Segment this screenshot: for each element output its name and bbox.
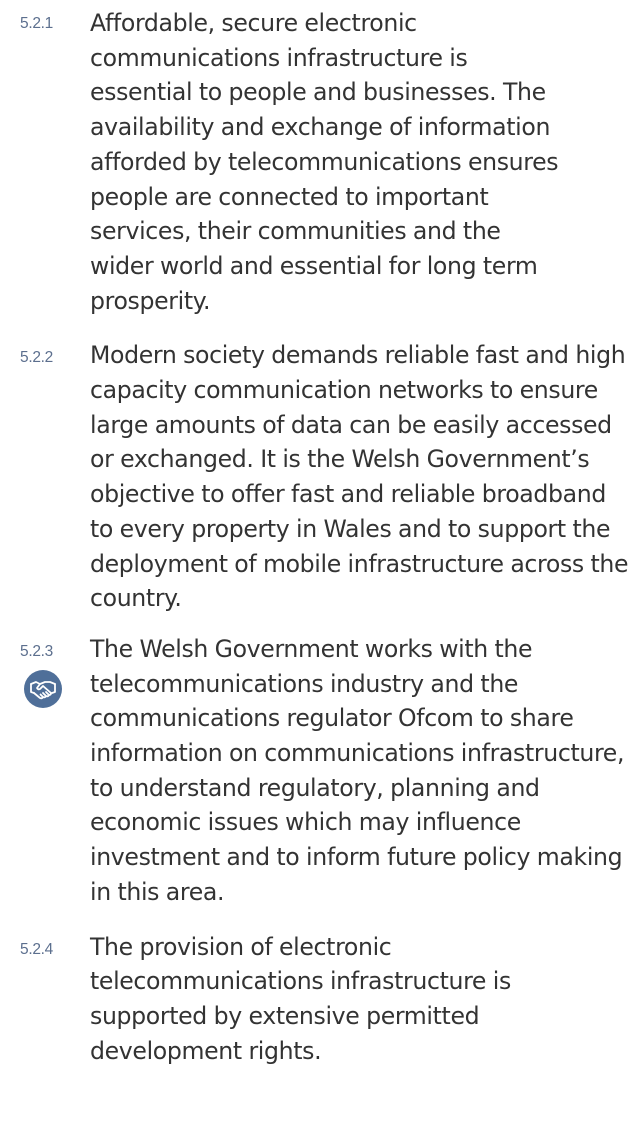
paragraph-5-2-1: 5.2.1 Affordable, secure electronic comm… (0, 0, 636, 318)
paragraph-text: Modern society demands reliable fast and… (90, 341, 629, 613)
paragraph-5-2-3: 5.2.3 The Welsh Government works with th… (0, 632, 636, 910)
paragraph-text: The Welsh Government works with the tele… (90, 634, 625, 906)
paragraph-number: 5.2.1 (20, 15, 53, 32)
document-page: 5.2.1 Affordable, secure electronic comm… (0, 0, 636, 1068)
paragraph-number: 5.2.3 (20, 642, 53, 660)
paragraph-number: 5.2.4 (20, 940, 53, 958)
paragraph-text: The provision of electronic telecommunic… (90, 932, 511, 1065)
handshake-icon (24, 669, 62, 708)
paragraph-number: 5.2.2 (20, 349, 53, 367)
paragraph-5-2-4: 5.2.4 The provision of electronic teleco… (0, 930, 636, 1069)
paragraph-5-2-2: 5.2.2 Modern society demands reliable fa… (0, 338, 636, 616)
paragraph-text: Affordable, secure electronic communicat… (90, 9, 559, 315)
